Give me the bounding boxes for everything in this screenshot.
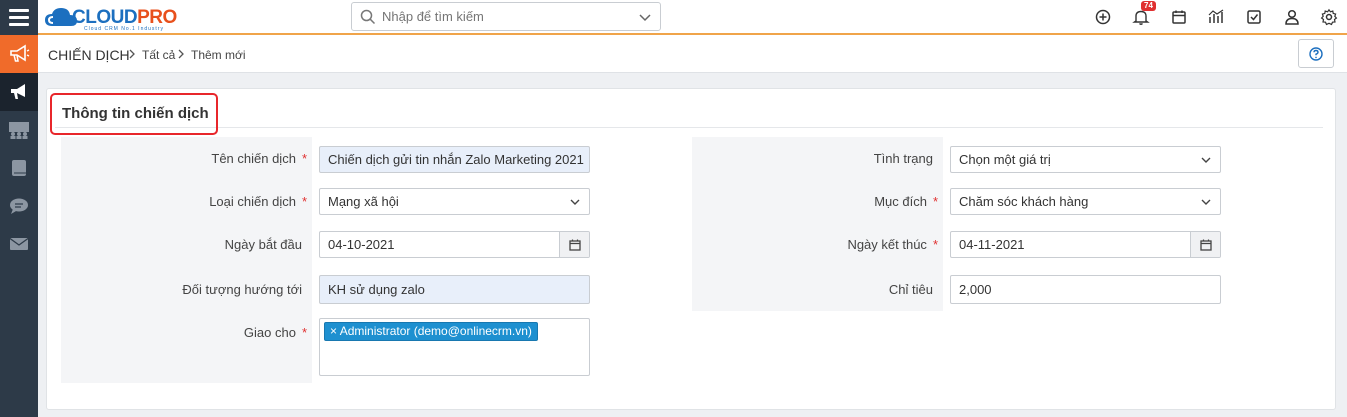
breadcrumb-add-new: Thêm mới <box>191 48 246 62</box>
calendar-icon[interactable] <box>1170 8 1188 26</box>
campaign-type-value: Mạng xã hội <box>328 194 399 209</box>
campaign-type-select[interactable]: Mạng xã hội <box>319 188 590 215</box>
logo-subtitle: Cloud CRM No.1 Industry <box>84 26 164 32</box>
assigned-to-field[interactable]: × Administrator (demo@onlinecrm.vn) <box>319 318 590 376</box>
campaign-name-label: Tên chiến dịch * <box>211 151 307 166</box>
app-logo[interactable]: CLOUDPRO Cloud CRM No.1 Industry <box>44 3 184 32</box>
campaign-icon <box>11 84 25 99</box>
breadcrumb-module[interactable]: CHIẾN DỊCH <box>48 47 130 63</box>
calendar-icon <box>1199 239 1212 251</box>
section-divider <box>55 127 1323 128</box>
end-date-field[interactable]: 04-11-2021 <box>950 231 1221 258</box>
chevron-down-icon <box>570 199 580 205</box>
start-date-picker-button[interactable] <box>559 232 589 257</box>
remove-tag-icon[interactable]: × <box>330 324 340 338</box>
campaign-type-label: Loại chiến dịch * <box>209 194 307 209</box>
chevron-right-icon <box>178 49 184 59</box>
checkbox-icon[interactable] <box>1245 8 1263 26</box>
start-date-value: 04-10-2021 <box>328 237 395 252</box>
gear-icon[interactable] <box>1320 8 1338 26</box>
campaign-name-field[interactable]: Chiến dịch gửi tin nhắn Zalo Marketing 2… <box>319 146 590 173</box>
search-icon <box>360 9 376 25</box>
section-title: Thông tin chiến dịch <box>62 105 209 122</box>
notification-badge: 74 <box>1141 1 1156 11</box>
start-date-label: Ngày bắt đầu <box>224 237 302 252</box>
plus-circle-icon[interactable] <box>1094 8 1112 26</box>
global-search[interactable] <box>351 2 661 31</box>
calendar-icon <box>568 239 581 251</box>
assigned-to-label: Giao cho * <box>243 325 307 340</box>
chart-icon[interactable] <box>1207 8 1225 26</box>
top-bar: CLOUDPRO Cloud CRM No.1 Industry 74 <box>0 0 1347 35</box>
sidebar-item-documents[interactable] <box>0 149 38 187</box>
sidebar-item-campaign[interactable] <box>0 73 38 111</box>
chevron-down-icon <box>1201 157 1211 163</box>
help-button[interactable] <box>1298 39 1334 68</box>
chevron-right-icon <box>129 49 135 59</box>
status-value: Chọn một giá trị <box>959 152 1051 167</box>
chevron-down-icon <box>1201 199 1211 205</box>
end-date-label: Ngày kết thúc * <box>847 237 938 252</box>
sidebar-item-email[interactable] <box>0 225 38 263</box>
start-date-field[interactable]: 04-10-2021 <box>319 231 590 258</box>
book-icon <box>12 160 26 176</box>
campaign-form-panel: Thông tin chiến dịch Tên chiến dịch * Chi… <box>46 88 1336 410</box>
assigned-user-name: Administrator (demo@onlinecrm.vn) <box>339 324 532 338</box>
left-label-column <box>61 137 312 383</box>
sidebar <box>0 35 38 417</box>
users-icon <box>9 122 29 139</box>
sidebar-item-marketing[interactable] <box>0 35 38 73</box>
question-icon <box>1309 46 1323 61</box>
target-audience-label: Đối tượng hướng tới <box>182 282 302 297</box>
sidebar-item-chat[interactable] <box>0 187 38 225</box>
purpose-label: Mục đích * <box>874 194 938 209</box>
search-input[interactable] <box>382 3 622 30</box>
status-select[interactable]: Chọn một giá trị <box>950 146 1221 173</box>
mail-icon <box>9 237 29 250</box>
end-date-value: 04-11-2021 <box>959 237 1025 252</box>
chat-icon <box>10 198 28 214</box>
chevron-down-icon[interactable] <box>638 10 652 24</box>
purpose-value: Chăm sóc khách hàng <box>959 194 1089 209</box>
sidebar-item-contacts[interactable] <box>0 111 38 149</box>
menu-toggle-icon[interactable] <box>0 0 38 35</box>
target-audience-field[interactable]: KH sử dụng zalo <box>319 275 590 304</box>
section-title-highlight: Thông tin chiến dịch <box>50 93 218 135</box>
assigned-user-tag[interactable]: × Administrator (demo@onlinecrm.vn) <box>324 322 538 341</box>
megaphone-icon <box>10 44 30 62</box>
purpose-select[interactable]: Chăm sóc khách hàng <box>950 188 1221 215</box>
breadcrumb-all[interactable]: Tất cả <box>142 48 175 62</box>
quota-label: Chỉ tiêu <box>888 282 933 297</box>
quota-field[interactable]: 2,000 <box>950 275 1221 304</box>
end-date-picker-button[interactable] <box>1190 232 1220 257</box>
user-icon[interactable] <box>1283 8 1301 26</box>
breadcrumb: CHIẾN DỊCH Tất cả Thêm mới <box>38 35 1347 73</box>
status-label: Tình trạng <box>873 151 933 166</box>
